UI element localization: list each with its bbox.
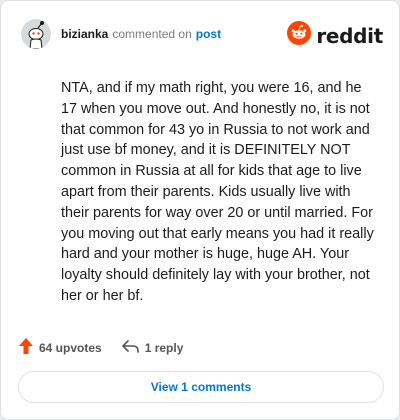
comment-meta: bizianka commented on post [61,27,221,41]
upvote-count: 64 upvotes [39,340,102,355]
reply-arrow-icon [121,339,139,356]
action-text: commented on [112,27,192,41]
username[interactable]: bizianka [61,27,108,41]
comment-card: bizianka commented on post reddit NTA, a… [0,0,400,420]
post-link[interactable]: post [196,27,221,41]
reply-count: 1 reply [144,340,184,355]
upvote-arrow-icon [19,338,33,357]
brand-wordmark: reddit [316,23,383,48]
reddit-logo-icon [287,21,312,50]
upvote-button[interactable]: 64 upvotes [19,338,102,357]
comment-body: NTA, and if my math right, you were 16, … [61,80,374,304]
reddit-brand[interactable]: reddit [287,21,383,50]
user-avatar-icon[interactable] [21,19,51,49]
comment-actions: 64 upvotes 1 reply [19,338,183,357]
view-comments-button[interactable]: View 1 comments [18,371,384,403]
reply-button[interactable]: 1 reply [121,339,184,356]
